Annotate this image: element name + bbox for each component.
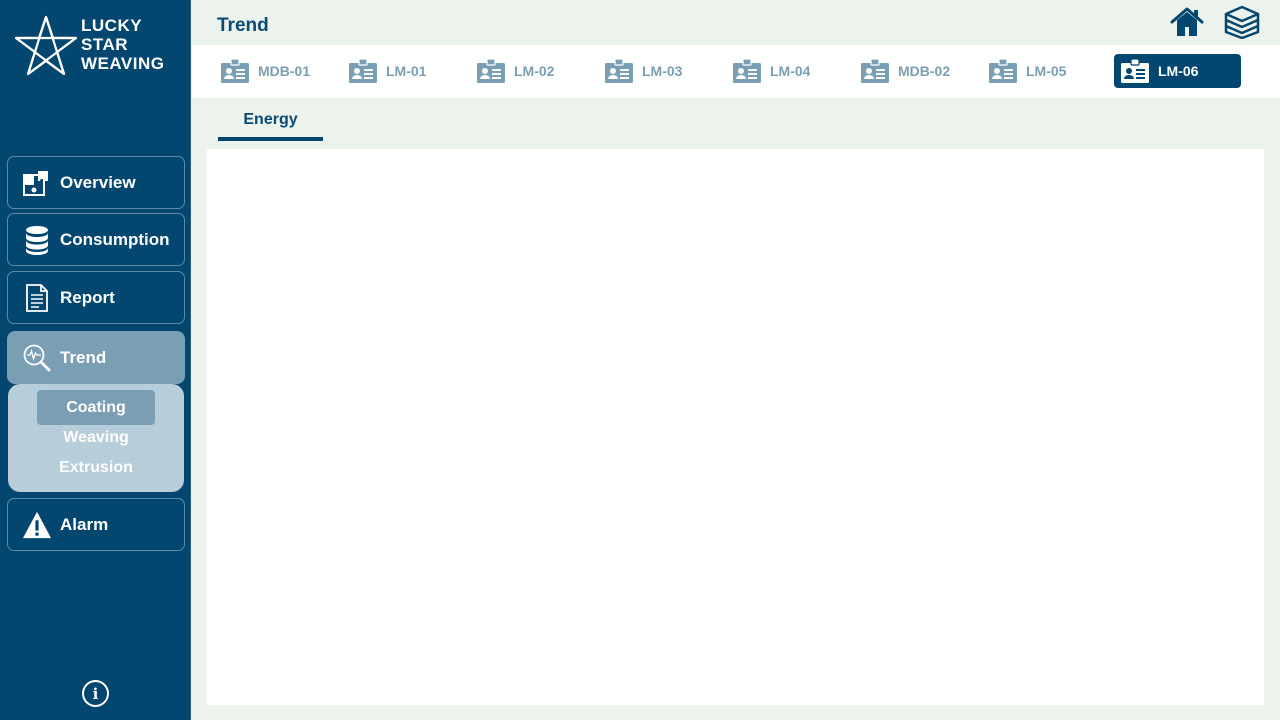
id-card-icon: [1121, 58, 1149, 83]
tab-mdb-01-label: MDB-01: [258, 63, 311, 79]
nav-report-button[interactable]: Report: [7, 271, 185, 324]
tab-lm-04[interactable]: LM-04: [726, 54, 810, 88]
id-card-icon: [349, 58, 377, 83]
nav-alarm-label: Alarm: [60, 514, 109, 534]
id-card-icon: [989, 58, 1017, 83]
brand-line-1: LUCKY: [81, 16, 143, 35]
tab-lm-06[interactable]: LM-06: [1114, 54, 1241, 88]
tab-lm-01[interactable]: LM-01: [342, 54, 426, 88]
nav-alarm-button[interactable]: Alarm: [7, 498, 185, 551]
tab-lm-05[interactable]: LM-05: [982, 54, 1066, 88]
puzzle-icon: [22, 168, 52, 198]
page-title: Trend: [217, 15, 269, 36]
trend-submenu: Coating Weaving Extrusion: [8, 384, 184, 492]
tab-lm-03[interactable]: LM-03: [598, 54, 682, 88]
id-card-icon: [477, 58, 505, 83]
nav-overview-button[interactable]: Overview: [7, 156, 185, 209]
brand-name: LUCKY STAR WEAVING: [81, 16, 164, 73]
database-icon: [22, 225, 52, 255]
magnifier-pulse-icon: [22, 343, 52, 373]
layers-icon[interactable]: [1224, 5, 1260, 40]
tab-lm-02-label: LM-02: [514, 63, 555, 79]
tab-mdb-01[interactable]: MDB-01: [214, 54, 310, 88]
nav-report-label: Report: [60, 287, 115, 307]
document-icon: [22, 283, 52, 313]
warning-icon: [22, 510, 52, 540]
tab-energy[interactable]: Energy: [218, 108, 323, 141]
sidebar: LUCKY STAR WEAVING Overview Consumption …: [0, 0, 191, 720]
submenu-extrusion[interactable]: Extrusion: [37, 450, 155, 485]
tab-mdb-02[interactable]: MDB-02: [854, 54, 950, 88]
tab-lm-05-label: LM-05: [1026, 63, 1067, 79]
id-card-icon: [221, 58, 249, 83]
nav-overview-label: Overview: [60, 172, 136, 192]
nav-trend-label: Trend: [60, 347, 107, 367]
id-card-icon: [605, 58, 633, 83]
info-button[interactable]: i: [82, 680, 109, 707]
home-icon[interactable]: [1170, 6, 1204, 38]
tab-lm-01-label: LM-01: [386, 63, 427, 79]
id-card-icon: [861, 58, 889, 83]
id-card-icon: [733, 58, 761, 83]
brand-logo[interactable]: LUCKY STAR WEAVING: [14, 14, 184, 78]
tab-lm-03-label: LM-03: [642, 63, 683, 79]
brand-line-3: WEAVING: [81, 54, 165, 73]
nav-consumption-label: Consumption: [60, 229, 170, 249]
tab-lm-02[interactable]: LM-02: [470, 54, 554, 88]
trend-chart-panel: [207, 149, 1264, 705]
star-logo-icon: [14, 15, 78, 76]
device-tab-bar: MDB-01 LM-01 LM-02 LM-03 LM-04 MDB-02 LM…: [192, 45, 1280, 98]
nav-trend-button[interactable]: Trend: [7, 331, 185, 384]
tab-lm-04-label: LM-04: [770, 63, 811, 79]
brand-line-2: STAR: [81, 35, 129, 54]
nav-consumption-button[interactable]: Consumption: [7, 213, 185, 266]
tab-mdb-02-label: MDB-02: [898, 63, 951, 79]
tab-lm-06-label: LM-06: [1158, 63, 1199, 79]
